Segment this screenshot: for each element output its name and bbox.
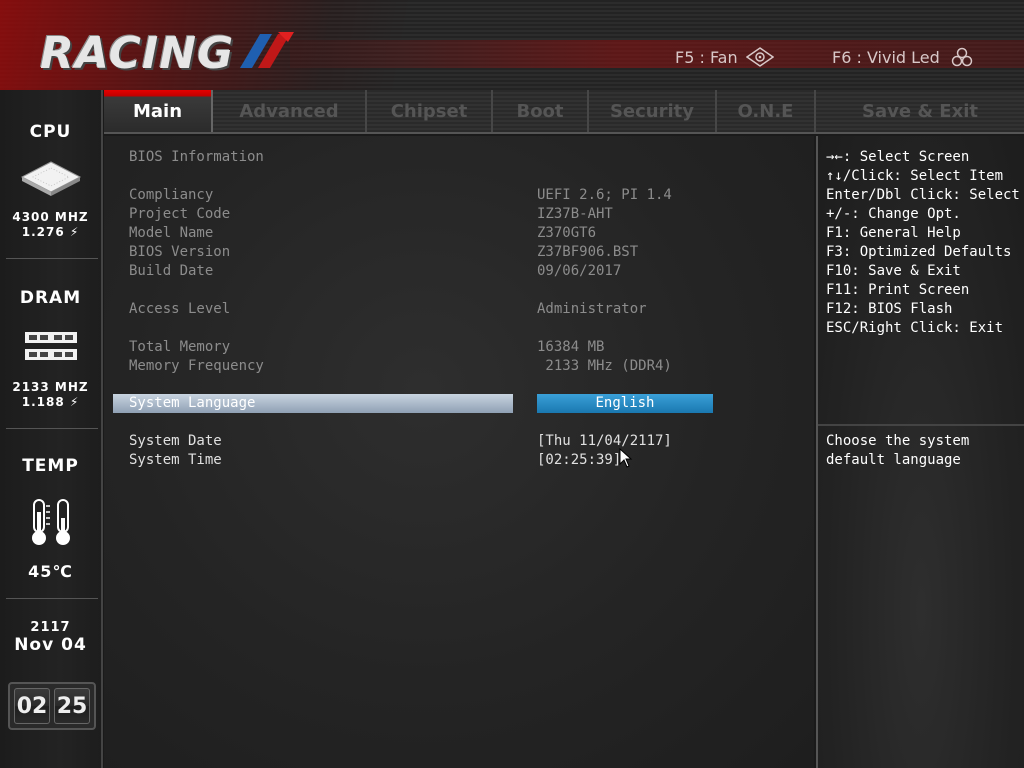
project-code-value: IZ37B-AHT <box>537 206 613 222</box>
cpu-frequency: 4300 MHZ <box>12 210 89 224</box>
model-name-value: Z370GT6 <box>537 225 597 241</box>
help-key-save-exit: F10: Save & Exit <box>826 263 961 279</box>
system-time-label[interactable]: System Time <box>129 451 222 470</box>
help-key-exit: ESC/Right Click: Exit <box>826 320 1004 336</box>
cpu-title: CPU <box>29 122 72 142</box>
vivid-led-hotkey-label: F6 : Vivid Led <box>832 47 940 67</box>
item-description-line-2: default language <box>826 452 961 468</box>
racing-logo: RACING <box>40 28 235 79</box>
bios-version-value: Z37BF906.BST <box>537 244 639 260</box>
help-key-select-screen: →←: Select Screen <box>826 149 970 165</box>
temp-title: TEMP <box>22 456 79 476</box>
fan-icon <box>745 47 774 67</box>
sidebar-divider <box>6 428 98 429</box>
total-memory-label: Total Memory <box>129 339 231 355</box>
help-key-general-help: F1: General Help <box>826 225 961 241</box>
total-memory-value: 16384 MB <box>537 339 605 355</box>
flip-clock: 02 25 <box>8 682 96 730</box>
vivid-led-hotkey[interactable]: F6 : Vivid Led <box>832 46 976 68</box>
system-date-label[interactable]: System Date <box>129 432 222 451</box>
system-date-value[interactable]: [Thu 11/04/2117] <box>537 432 672 451</box>
fan-hotkey-label: F5 : Fan <box>675 47 738 67</box>
system-language-label: System Language <box>129 395 256 411</box>
hardware-monitor-sidebar: CPU 4300 MHZ 1.276 ⚡ DRAM 2133 MHZ 1.188… <box>0 90 103 768</box>
led-icon <box>951 47 973 67</box>
dram-title: DRAM <box>19 288 82 308</box>
build-date-value: 09/06/2017 <box>537 263 622 279</box>
access-level-value: Administrator <box>537 301 647 317</box>
date-year: 2117 <box>30 620 71 635</box>
memory-frequency-value: 2133 MHz (DDR4) <box>537 358 672 374</box>
build-date-label: Build Date <box>129 263 214 279</box>
tab-save-exit[interactable]: Save & Exit <box>816 90 1024 132</box>
help-pane: →←: Select Screen ↑↓/Click: Select Item … <box>816 136 1024 768</box>
logo-accent-icon <box>240 32 294 68</box>
bios-version-label: BIOS Version <box>129 244 231 260</box>
project-code-label: Project Code <box>129 206 231 222</box>
tab-boot[interactable]: Boot <box>493 90 589 132</box>
system-time-value[interactable]: [02:25:39] <box>537 451 621 470</box>
help-key-print-screen: F11: Print Screen <box>826 282 970 298</box>
dram-module-icon <box>25 332 77 360</box>
date-month-day: Nov 04 <box>14 635 87 655</box>
sidebar-divider <box>6 258 98 259</box>
cpu-chip-icon <box>20 161 82 196</box>
help-key-optimized-defaults: F3: Optimized Defaults <box>826 244 1012 260</box>
main-settings-pane: BIOS Information Compliancy UEFI 2.6; PI… <box>104 136 814 768</box>
model-name-label: Model Name <box>129 225 214 241</box>
header-bar: RACING F5 : Fan F6 : Vivid Led <box>0 0 1024 90</box>
dram-stats: 2133 MHZ 1.188 ⚡ <box>0 380 101 410</box>
main-tab-bar: Main Advanced Chipset Boot Security O.N.… <box>104 90 1024 134</box>
compliancy-value: UEFI 2.6; PI 1.4 <box>537 187 672 203</box>
help-key-change-opt: +/-: Change Opt. <box>826 206 961 222</box>
clock-minute: 25 <box>54 688 90 724</box>
tab-chipset[interactable]: Chipset <box>367 90 493 132</box>
date-display: 2117 Nov 04 <box>0 620 101 655</box>
cpu-voltage: 1.276 ⚡ <box>21 225 80 239</box>
item-description-line-1: Choose the system <box>826 433 970 449</box>
temp-value: 45℃ <box>28 562 73 581</box>
clock-hour: 02 <box>14 688 50 724</box>
compliancy-label: Compliancy <box>129 187 214 203</box>
help-key-bios-flash: F12: BIOS Flash <box>826 301 953 317</box>
dram-frequency: 2133 MHZ <box>12 380 89 394</box>
help-key-select-item: ↑↓/Click: Select Item <box>826 168 1004 184</box>
fan-hotkey[interactable]: F5 : Fan <box>675 46 774 68</box>
memory-frequency-label: Memory Frequency <box>129 358 264 374</box>
tab-one[interactable]: O.N.E <box>717 90 816 132</box>
tab-advanced[interactable]: Advanced <box>213 90 367 132</box>
sidebar-divider <box>6 598 98 599</box>
system-language-select[interactable]: English <box>537 394 713 413</box>
bios-information-heading: BIOS Information <box>129 149 264 165</box>
thermometer-icon <box>32 499 70 545</box>
dram-voltage: 1.188 ⚡ <box>21 395 80 409</box>
tab-security[interactable]: Security <box>589 90 717 132</box>
help-key-select: Enter/Dbl Click: Select <box>826 187 1020 203</box>
cpu-stats: 4300 MHZ 1.276 ⚡ <box>0 210 101 240</box>
help-divider <box>818 424 1024 426</box>
tab-main[interactable]: Main <box>104 90 213 132</box>
mouse-cursor-icon <box>619 448 633 468</box>
access-level-label: Access Level <box>129 301 231 317</box>
